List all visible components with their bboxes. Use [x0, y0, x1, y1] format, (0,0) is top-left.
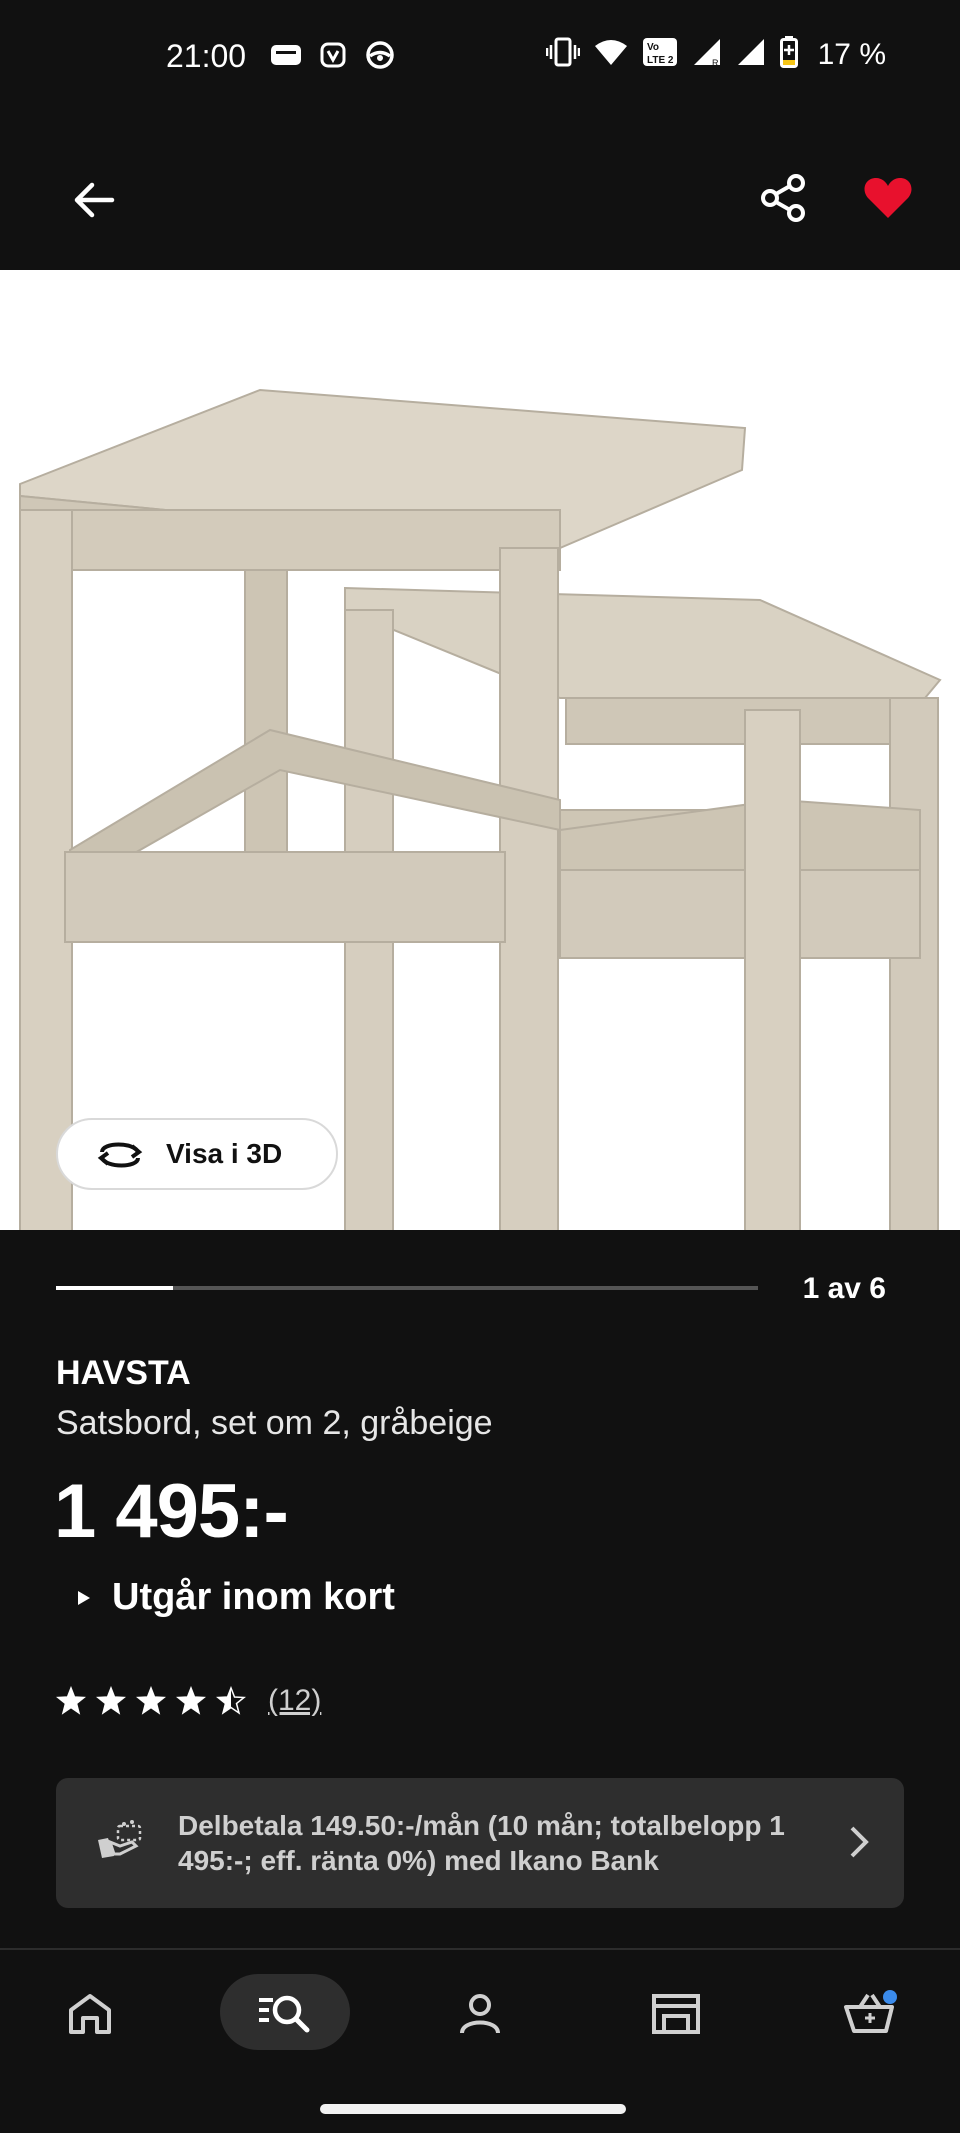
stock-status-label: Utgår inom kort	[112, 1576, 395, 1618]
star-icon	[136, 1686, 166, 1715]
gallery-page-indicator: 1 av 6	[802, 1272, 886, 1305]
profile-icon	[460, 1994, 500, 2034]
rating[interactable]: (12)	[56, 1684, 321, 1718]
top-app-bar	[0, 120, 960, 270]
product-name: HAVSTA	[56, 1354, 191, 1392]
installment-icon	[98, 1820, 142, 1858]
status-icons-left	[270, 40, 396, 75]
share-icon	[761, 174, 805, 222]
store-icon	[652, 1994, 700, 2034]
financing-card[interactable]: Delbetala 149.50:-/mån (10 mån; totalbel…	[56, 1778, 904, 1908]
stock-status[interactable]: Utgår inom kort	[76, 1576, 395, 1619]
vpn-icon	[320, 41, 346, 74]
share-button[interactable]	[756, 170, 812, 226]
star-icon	[56, 1686, 86, 1715]
signal-icon	[736, 37, 766, 72]
product-image-gallery[interactable]: Visa i 3D	[0, 270, 960, 1230]
status-bar: 21:00 Vo LTE 2 R 17 %	[0, 0, 960, 120]
status-icons-right: Vo LTE 2 R 17 %	[545, 36, 886, 73]
gallery-progress-fill	[56, 1286, 173, 1290]
heart-icon	[864, 178, 912, 218]
star-icon	[96, 1686, 126, 1715]
star-icon	[216, 1686, 246, 1715]
search-icon	[259, 1995, 310, 2033]
nav-search[interactable]	[220, 1974, 350, 2050]
back-button[interactable]	[66, 172, 122, 228]
view-3d-label: Visa i 3D	[166, 1138, 283, 1169]
svg-text:Vo: Vo	[647, 42, 659, 53]
rotate-3d-icon	[97, 1142, 143, 1168]
financing-text: Delbetala 149.50:-/mån (10 mån; totalbel…	[178, 1810, 785, 1876]
play-triangle-icon	[78, 1590, 90, 1605]
cart-icon	[844, 1990, 897, 2033]
svg-text:R: R	[712, 58, 719, 67]
nav-cart[interactable]	[830, 1976, 910, 2052]
product-description: Satsbord, set om 2, gråbeige	[56, 1404, 493, 1442]
arrow-left-icon	[74, 182, 115, 218]
wallet-icon	[270, 42, 302, 73]
status-time: 21:00	[166, 38, 247, 74]
steering-icon	[364, 40, 396, 75]
volte-icon: Vo LTE 2	[642, 37, 678, 72]
battery-percent: 17 %	[817, 37, 886, 71]
star-icon	[176, 1686, 206, 1715]
home-icon	[69, 1994, 111, 2034]
svg-text:LTE 2: LTE 2	[647, 55, 674, 66]
nav-home[interactable]	[50, 1976, 130, 2052]
home-indicator[interactable]	[320, 2104, 626, 2114]
vibrate-icon	[545, 37, 580, 72]
chevron-right-icon	[850, 1826, 869, 1858]
signal-icon: R	[692, 37, 722, 72]
rating-count-link[interactable]: (12)	[268, 1684, 321, 1718]
battery-icon	[779, 36, 798, 73]
view-3d-button[interactable]: Visa i 3D	[56, 1118, 338, 1190]
nav-profile[interactable]	[440, 1976, 520, 2052]
product-image	[19, 388, 942, 1230]
wifi-icon	[594, 38, 628, 71]
favorite-button[interactable]	[860, 170, 916, 226]
gallery-progress	[56, 1286, 758, 1290]
nav-store[interactable]	[636, 1976, 716, 2052]
product-price: 1 495:-	[54, 1469, 289, 1554]
rating-stars	[56, 1686, 246, 1716]
